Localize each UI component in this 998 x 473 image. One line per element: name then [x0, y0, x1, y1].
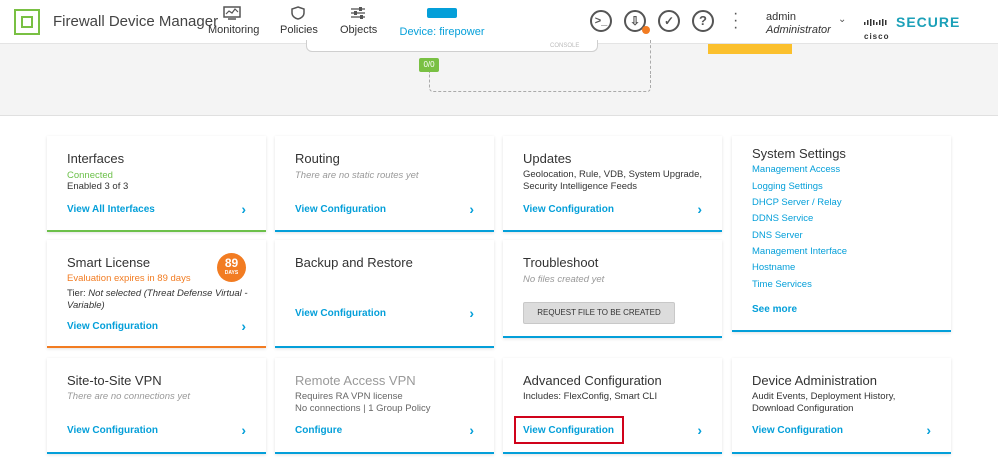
card-title: Remote Access VPN: [295, 373, 416, 388]
card-title: Interfaces: [67, 151, 125, 166]
ra-license-note: Requires RA VPN license: [295, 391, 403, 402]
license-eval: Evaluation expires in 89 days: [67, 273, 191, 284]
routing-note: There are no static routes yet: [295, 170, 419, 181]
chevron-right-icon[interactable]: ›: [697, 201, 702, 217]
s2s-note: There are no connections yet: [67, 391, 191, 402]
updates-desc: Geolocation, Rule, VDB, System Upgrade, …: [523, 169, 703, 192]
sliders-icon: [351, 7, 365, 19]
device-admin-desc: Audit Events, Deployment History, Downlo…: [752, 391, 896, 414]
card-remote-access-vpn: Remote Access VPN Requires RA VPN licens…: [275, 358, 494, 454]
chevron-right-icon[interactable]: ›: [241, 318, 246, 334]
app-title: Firewall Device Manager: [53, 13, 219, 30]
nav-monitoring[interactable]: Monitoring: [208, 5, 260, 43]
card-routing: Routing There are no static routes yet V…: [275, 136, 494, 232]
deploy-icon[interactable]: ⇩: [624, 10, 650, 34]
more-options-icon[interactable]: · · ·: [733, 6, 739, 36]
chevron-right-icon[interactable]: ›: [926, 422, 931, 438]
backup-view-configuration-link[interactable]: View Configuration: [295, 308, 386, 319]
cisco-logo: cisco: [864, 14, 889, 41]
ra-configure-link[interactable]: Configure: [295, 425, 342, 436]
card-title: Advanced Configuration: [523, 373, 662, 388]
shield-icon: [291, 6, 305, 20]
nav-objects[interactable]: Objects: [340, 5, 378, 43]
advanced-desc: Includes: FlexConfig, Smart CLI: [523, 391, 658, 402]
nav-objects-label: Objects: [340, 24, 378, 36]
top-header: Firewall Device Manager Monitoring Polic…: [0, 0, 998, 44]
nav-policies[interactable]: Policies: [280, 5, 318, 43]
chevron-right-icon[interactable]: ›: [241, 422, 246, 438]
card-device-administration: Device Administration Audit Events, Depl…: [732, 358, 951, 454]
task-list-icon[interactable]: ✓: [658, 10, 680, 32]
chevron-right-icon[interactable]: ›: [697, 422, 702, 438]
ra-connections: No connections | 1 Group Policy: [295, 403, 431, 414]
license-tier: Tier: Not selected (Threat Defense Virtu…: [67, 288, 248, 311]
card-title: System Settings: [752, 146, 846, 161]
days-num: 89: [224, 256, 239, 270]
device-admin-view-configuration-link[interactable]: View Configuration: [752, 425, 843, 436]
card-title: Device Administration: [752, 373, 877, 388]
time-services-link[interactable]: Time Services: [752, 279, 812, 290]
card-system-settings: System Settings Management Access Loggin…: [732, 136, 951, 332]
connector-line: [429, 72, 651, 92]
management-interface-link[interactable]: Management Interface: [752, 246, 847, 257]
port-0-0[interactable]: 0/0: [419, 58, 439, 72]
card-title: Backup and Restore: [295, 255, 413, 270]
card-title: Site-to-Site VPN: [67, 373, 162, 388]
nav-policies-label: Policies: [280, 24, 318, 36]
highlight-box: [514, 416, 624, 444]
chevron-right-icon[interactable]: ›: [241, 201, 246, 217]
logging-settings-link[interactable]: Logging Settings: [752, 181, 823, 192]
card-title: Smart License: [67, 255, 151, 270]
internet-node: [708, 44, 792, 54]
updates-view-configuration-link[interactable]: View Configuration: [523, 204, 614, 215]
nav-device-label: Device: firepower: [399, 26, 485, 38]
chevron-right-icon[interactable]: ›: [469, 305, 474, 321]
request-file-button[interactable]: REQUEST FILE TO BE CREATED: [523, 302, 675, 324]
card-site-to-site-vpn: Site-to-Site VPN There are no connection…: [47, 358, 266, 454]
card-title: Updates: [523, 151, 572, 166]
nav-device[interactable]: Device: firepower: [397, 5, 487, 44]
license-view-configuration-link[interactable]: View Configuration: [67, 321, 158, 332]
chevron-right-icon[interactable]: ›: [469, 201, 474, 217]
cisco-bars-icon: [864, 18, 887, 26]
cli-console-icon[interactable]: >_: [590, 10, 612, 32]
deploy-pending-dot-icon: [642, 26, 650, 34]
interfaces-enabled: Enabled 3 of 3: [67, 181, 129, 192]
chevron-right-icon[interactable]: ›: [469, 422, 474, 438]
card-title: Troubleshoot: [523, 255, 599, 270]
user-role: Administrator: [766, 24, 831, 36]
fdm-logo-icon: [14, 9, 40, 35]
card-backup-restore: Backup and Restore View Configuration ›: [275, 240, 494, 348]
troubleshoot-note: No files created yet: [523, 274, 605, 285]
ddns-service-link[interactable]: DDNS Service: [752, 213, 813, 224]
chevron-down-icon[interactable]: ⌄: [838, 14, 846, 25]
hostname-link[interactable]: Hostname: [752, 262, 795, 273]
see-more-link[interactable]: See more: [752, 304, 797, 315]
card-title: Routing: [295, 151, 340, 166]
device-icon: [427, 8, 457, 18]
card-troubleshoot: Troubleshoot No files created yet REQUES…: [503, 240, 722, 338]
nav-monitoring-label: Monitoring: [208, 24, 260, 36]
dns-server-link[interactable]: DNS Server: [752, 230, 803, 241]
monitoring-icon: [223, 6, 241, 20]
card-interfaces: Interfaces Connected Enabled 3 of 3 View…: [47, 136, 266, 232]
view-all-interfaces-link[interactable]: View All Interfaces: [67, 204, 155, 215]
routing-view-configuration-link[interactable]: View Configuration: [295, 204, 386, 215]
card-smart-license: Smart License 89 DAYS Evaluation expires…: [47, 240, 266, 348]
management-access-link[interactable]: Management Access: [752, 164, 840, 175]
device-diagram: CONSOLE 0/0: [0, 40, 998, 116]
connector-line: [650, 40, 651, 74]
card-updates: Updates Geolocation, Rule, VDB, System U…: [503, 136, 722, 232]
user-name[interactable]: admin: [766, 11, 796, 23]
cisco-text: cisco: [864, 32, 890, 41]
s2s-view-configuration-link[interactable]: View Configuration: [67, 425, 158, 436]
help-icon[interactable]: ?: [692, 10, 714, 32]
secure-text: SECURE: [896, 14, 961, 30]
console-label: CONSOLE: [550, 43, 580, 49]
dhcp-server-link[interactable]: DHCP Server / Relay: [752, 197, 842, 208]
